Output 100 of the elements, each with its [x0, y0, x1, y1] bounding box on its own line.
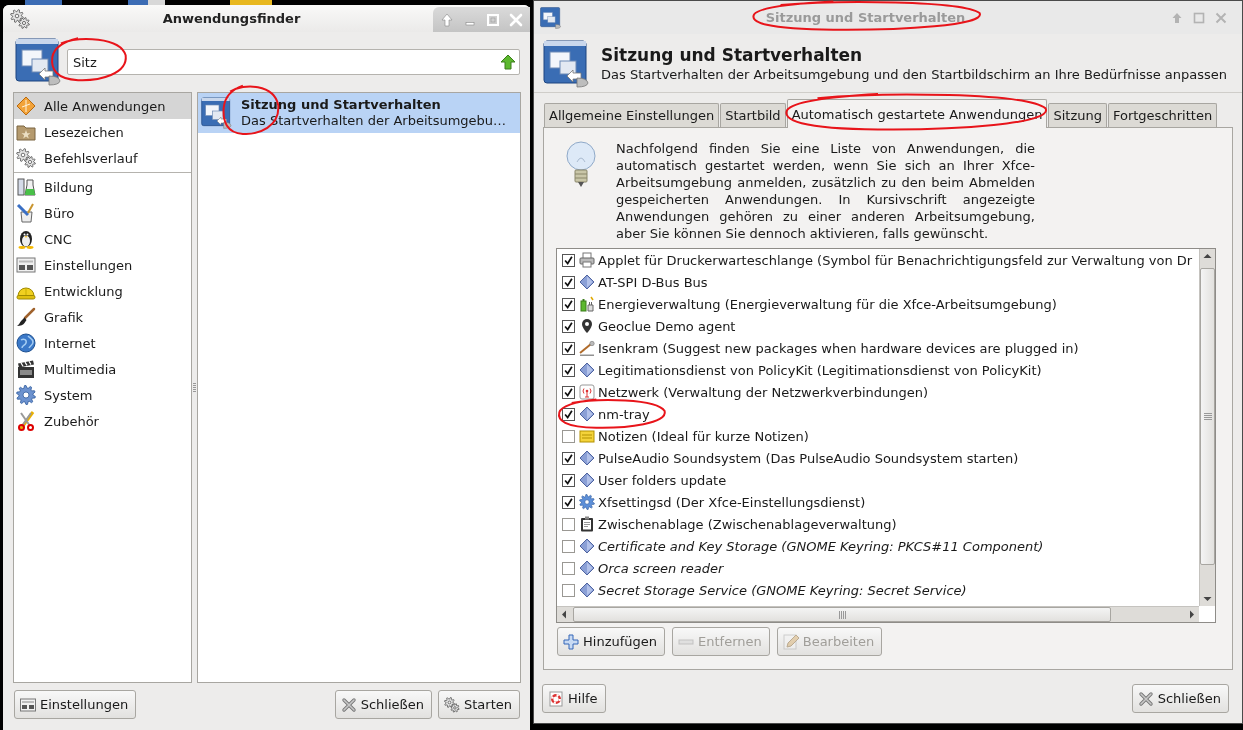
autostart-entry[interactable]: Isenkram (Suggest new packages when hardware devices are plugged in) [598, 340, 1079, 356]
autostart-entry[interactable]: Certificate and Key Storage (GNOME Keyring: PKCS#11 Component) [598, 538, 1044, 554]
checkbox[interactable] [562, 407, 575, 421]
checkbox[interactable] [562, 539, 575, 553]
autostart-entry[interactable]: Zwischenablage (Zwischenablageverwaltung) [598, 516, 897, 532]
gear-icon [16, 385, 36, 405]
checkbox[interactable] [562, 275, 575, 289]
checkbox[interactable] [562, 473, 575, 487]
settings-button[interactable]: Einstellungen [14, 690, 137, 719]
autostart-entry[interactable]: Secret Storage Service (GNOME Keyring: Secret Service) [598, 582, 967, 598]
application-window-icon [15, 38, 63, 86]
autostart-entry[interactable]: Geoclue Demo agent [598, 318, 736, 334]
checkbox[interactable] [562, 363, 575, 377]
map-pin-icon [579, 318, 595, 334]
up-arrow-icon[interactable] [500, 54, 516, 70]
autostart-entry[interactable]: Energieverwaltung (Energieverwaltung für die Xfce-Arbeitsumgebung) [598, 296, 1057, 312]
autostart-entry[interactable]: Xfsettingsd (Der Xfce-Einstellungsdienst) [598, 494, 866, 510]
paintbrush-icon [16, 307, 36, 327]
antenna-icon [579, 384, 595, 400]
launch-button[interactable]: Starten [438, 690, 520, 719]
diamond-icon [579, 362, 595, 378]
autostart-entry[interactable]: Netzwerk (Verwaltung der Netzwerkverbindungen) [598, 384, 929, 400]
penguin-icon [16, 229, 36, 249]
sidebar-item[interactable]: Bildung [14, 174, 191, 200]
lifebuoy-icon [548, 690, 564, 707]
panel-icon [20, 696, 36, 713]
sidebar-item[interactable]: Befehlsverlauf [14, 145, 191, 171]
tab[interactable]: Sitzung [1048, 103, 1107, 127]
autostart-entry[interactable]: Applet für Druckerwarteschlange (Symbol für Benachrichtigungsfeld zur Verwaltung von Dr [598, 252, 1193, 268]
autostart-entry[interactable]: Orca screen reader [598, 560, 724, 576]
diamond-icon [579, 560, 595, 576]
tab[interactable]: Automatisch gestartete Anwendungen [786, 99, 1048, 128]
diamond-icon [579, 472, 595, 488]
help-button[interactable]: Hilfe [542, 684, 606, 713]
checkbox[interactable] [562, 341, 575, 355]
gear-icon [579, 494, 595, 510]
checkbox[interactable] [562, 385, 575, 399]
gears-icon[interactable] [10, 8, 30, 29]
folder-icon [16, 122, 36, 142]
tab[interactable]: Allgemeine Einstellungen [544, 103, 720, 127]
sidebar-item[interactable]: Lesezeichen [14, 119, 191, 145]
vertical-scrollbar[interactable] [1199, 249, 1215, 606]
checkbox[interactable] [562, 517, 575, 531]
horizontal-scrollbar[interactable] [557, 606, 1199, 622]
sidebar-item[interactable]: Alle Anwendungen [14, 93, 191, 119]
autostart-entry[interactable]: AT-SPI D-Bus Bus [598, 274, 708, 290]
pencil-icon [782, 633, 799, 650]
autostart-entry[interactable]: Legitimationsdienst von PolicyKit (Legitimationsdienst von PolicyKit) [598, 362, 1042, 378]
scrollbar-thumb[interactable] [1200, 268, 1215, 565]
checkbox[interactable] [562, 297, 575, 311]
battery-plug-icon [579, 296, 595, 312]
clipboard-icon [579, 516, 595, 532]
close-icon [340, 696, 357, 713]
tab[interactable]: Fortgeschritten [1107, 103, 1218, 127]
add-button[interactable]: Hinzufügen [557, 627, 665, 656]
wrench-icon [579, 340, 595, 356]
diamond-icon [16, 96, 36, 116]
dialog-title: Sitzung und Startverhalten [601, 44, 864, 66]
scissors-icon [16, 411, 36, 431]
sidebar-item[interactable]: System [14, 382, 191, 408]
application-window-icon [201, 97, 233, 129]
checkbox[interactable] [562, 429, 575, 443]
printer-icon [579, 252, 595, 268]
autostart-entry[interactable]: User folders update [598, 472, 727, 488]
checkbox[interactable] [562, 253, 575, 267]
tab[interactable]: Startbild [720, 103, 786, 127]
clapperboard-icon [16, 359, 36, 379]
sidebar-item[interactable]: Zubehör [14, 408, 191, 434]
sidebar-item[interactable]: Einstellungen [14, 252, 191, 278]
checkbox[interactable] [562, 561, 575, 575]
plus-icon [563, 633, 579, 650]
close-button[interactable]: Schließen [334, 690, 432, 719]
sidebar-item[interactable]: Internet [14, 330, 191, 356]
checkbox[interactable] [562, 495, 575, 509]
close-button[interactable]: Schließen [1131, 684, 1229, 713]
scrollbar-thumb[interactable] [573, 607, 1111, 622]
window-title: Anwendungsfinder [161, 11, 302, 26]
application-window-icon[interactable] [540, 6, 562, 29]
sidebar-item[interactable]: Büro [14, 200, 191, 226]
diamond-icon [579, 582, 595, 598]
autostart-entry[interactable]: nm-tray [598, 406, 650, 422]
sidebar-item[interactable]: CNC [14, 226, 191, 252]
close-icon [1137, 690, 1154, 707]
info-paragraph: Nachfolgend finden Sie eine Liste von Anwendungen, die automatisch gestartet werden, wenn Sie sich an Ihrer Xfce-Arbeitsumgebung anmelden, zusätzlich zu den beim Abmelden gespeicherten Anwendungen. In Kursivschrift angezeigte Anwendungen gehören zu einer anderen Arbeitsumgebung, aber Sie können Sie dennoch aktivieren, falls gewünscht. [616, 140, 1035, 242]
diamond-icon [579, 406, 595, 422]
search-field[interactable]: Sitz [67, 49, 520, 75]
desktop-icon[interactable] [128, 0, 165, 5]
notepad-icon [579, 428, 595, 444]
checkbox[interactable] [562, 583, 575, 597]
dialog-subtitle: Das Startverhalten der Arbeitsumgebung und den Startbildschirm an Ihre Bedürfnisse anpassen [601, 65, 1227, 84]
sidebar-item[interactable]: Multimedia [14, 356, 191, 382]
checkbox[interactable] [562, 451, 575, 465]
autostart-entry[interactable]: Notizen (Ideal für kurze Notizen) [598, 428, 809, 444]
diamond-icon [579, 538, 595, 554]
checkbox[interactable] [562, 319, 575, 333]
autostart-entry[interactable]: PulseAudio Soundsystem (Das PulseAudio Soundsystem starten) [598, 450, 1019, 466]
sidebar-item[interactable]: Entwicklung [14, 278, 191, 304]
sidebar-item[interactable]: Grafik [14, 304, 191, 330]
gears-icon [444, 696, 460, 713]
splitter-handle[interactable] [193, 382, 196, 393]
